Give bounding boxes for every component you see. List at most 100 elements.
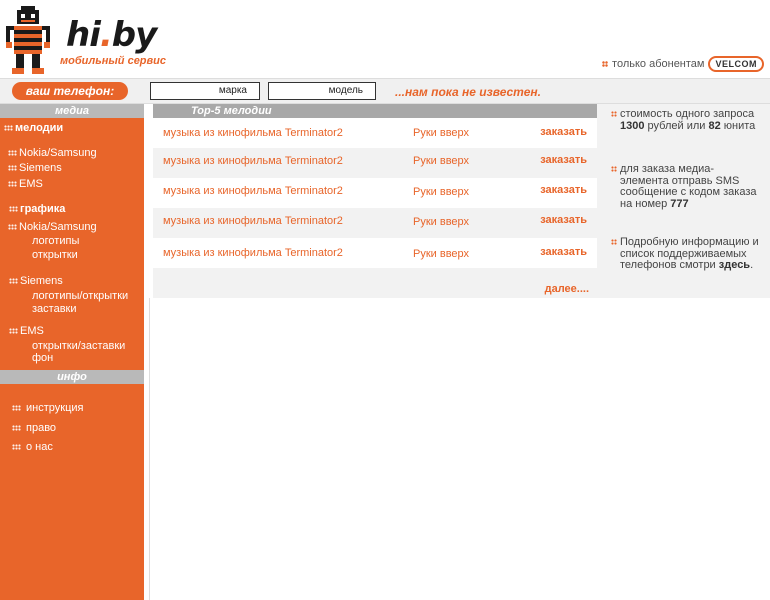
sidebar-category-melodies[interactable]: мелодии (4, 122, 63, 134)
sidebar-item-label: Siemens (20, 275, 63, 287)
order-button[interactable]: заказать (540, 126, 587, 138)
content-divider (149, 298, 150, 600)
sidebar-heading-info: инфо (0, 370, 144, 384)
bullet-dots-icon (9, 328, 18, 334)
melody-title-link[interactable]: музыка из кинофильма Terminator2 (163, 185, 343, 197)
melody-artist-link[interactable]: Руки вверх (413, 248, 469, 260)
bullet-dots-icon (8, 224, 17, 230)
price-text: стоимость одного запроса 1300 рублей или… (620, 108, 761, 132)
bullet-dots-icon (611, 111, 617, 117)
melody-artist-link[interactable]: Руки вверх (413, 127, 469, 139)
info-panel: стоимость одного запроса 1300 рублей или… (597, 104, 770, 298)
price-units: 82 (708, 119, 721, 132)
sidebar-item-label: Nokia/Samsung (19, 147, 97, 159)
phone-bar: ваш телефон: марка модель ...нам пока не… (0, 78, 770, 104)
phone-status: ...нам пока не известен. (395, 85, 541, 99)
sidebar-category-graphics[interactable]: графика (9, 203, 65, 215)
sidebar-heading-media: медиа (0, 104, 144, 118)
subscribers-label: только абонентам (612, 58, 705, 70)
bullet-dots-icon (8, 150, 17, 156)
price-value: 1300 (620, 119, 645, 132)
bullet-dots-icon (611, 166, 617, 172)
header: hi.by мобильный сервис только абонентам … (0, 0, 770, 76)
sidebar-item-melodies-ems[interactable]: EMS (8, 178, 43, 190)
sidebar-subitem-screensavers[interactable]: заставки (32, 303, 77, 315)
sidebar-subitem-cards[interactable]: открытки (32, 249, 78, 261)
support-text: Подробную информацию и список поддержива… (620, 236, 761, 272)
sidebar-item-instructions[interactable]: инструкция (12, 402, 83, 414)
more-bar: далее.... (153, 268, 597, 298)
bullet-dots-icon (12, 425, 21, 431)
sidebar-item-graphics-nokia[interactable]: Nokia/Samsung (8, 221, 97, 233)
sidebar-subitem-logos-cards[interactable]: логотипы/открытки (32, 290, 128, 302)
order-button[interactable]: заказать (540, 154, 587, 166)
logo-text-dot: . (99, 15, 113, 55)
bullet-dots-icon (9, 206, 18, 212)
melody-title-link[interactable]: музыка из кинофильма Terminator2 (163, 215, 343, 227)
bullet-dots-icon (611, 239, 617, 245)
more-link[interactable]: далее.... (545, 283, 589, 295)
subscribers-note: только абонентам VELCOM (602, 56, 764, 72)
melody-artist-link[interactable]: Руки вверх (413, 216, 469, 228)
melody-title-link[interactable]: музыка из кинофильма Terminator2 (163, 127, 343, 139)
brand-select[interactable]: марка (150, 82, 260, 100)
price-info: стоимость одного запроса 1300 рублей или… (611, 108, 761, 132)
order-button[interactable]: заказать (540, 184, 587, 196)
logo-subtitle: мобильный сервис (60, 55, 167, 67)
table-row: музыка из кинофильма Terminator2 Руки вв… (153, 208, 597, 238)
sidebar-item-label: Siemens (19, 162, 62, 174)
price-pre: стоимость одного запроса (620, 108, 755, 120)
logo-text-end: by (111, 15, 158, 55)
order-button[interactable]: заказать (540, 214, 587, 226)
melody-artist-link[interactable]: Руки вверх (413, 186, 469, 198)
table-row: музыка из кинофильма Terminator2 Руки вв… (153, 178, 597, 208)
sidebar-category-label: графика (20, 203, 66, 215)
order-button[interactable]: заказать (540, 246, 587, 258)
sidebar-item-label: инструкция (26, 402, 84, 414)
order-text: для заказа медиа-элемента отправь SMS со… (620, 163, 761, 210)
robot-logo-icon[interactable] (6, 6, 52, 74)
phone-label: ваш телефон: (12, 82, 128, 100)
melody-title-link[interactable]: музыка из кинофильма Terminator2 (163, 155, 343, 167)
sidebar: медиа мелодии Nokia/Samsung Siemens EMS … (0, 104, 144, 600)
sidebar-item-melodies-nokia[interactable]: Nokia/Samsung (8, 147, 97, 159)
sidebar-item-label: право (26, 422, 57, 434)
support-link[interactable]: здесь (719, 259, 750, 271)
operator-badge[interactable]: VELCOM (708, 56, 764, 72)
table-row: музыка из кинофильма Terminator2 Руки вв… (153, 118, 597, 148)
bullet-dots-icon (4, 125, 13, 131)
support-info: Подробную информацию и список поддержива… (611, 236, 761, 272)
sidebar-item-graphics-siemens[interactable]: Siemens (9, 275, 63, 287)
table-row: музыка из кинофильма Terminator2 Руки вв… (153, 148, 597, 178)
bullet-dots-icon (602, 61, 609, 67)
sidebar-item-melodies-siemens[interactable]: Siemens (8, 162, 62, 174)
melody-title-link[interactable]: музыка из кинофильма Terminator2 (163, 247, 343, 259)
bullet-dots-icon (8, 181, 17, 187)
sidebar-item-rights[interactable]: право (12, 422, 56, 434)
sidebar-category-label: мелодии (15, 122, 64, 134)
sidebar-item-label: Nokia/Samsung (19, 221, 97, 233)
top5-heading: Top-5 мелодии (191, 105, 272, 117)
bullet-dots-icon (12, 405, 21, 411)
support-end: . (750, 259, 754, 271)
melody-artist-link[interactable]: Руки вверх (413, 155, 469, 167)
sidebar-item-about[interactable]: о нас (12, 441, 53, 453)
melodies-table: музыка из кинофильма Terminator2 Руки вв… (153, 118, 597, 268)
order-info: для заказа медиа-элемента отправь SMS со… (611, 163, 761, 210)
site-logo[interactable]: hi.by (66, 15, 158, 55)
bullet-dots-icon (9, 278, 18, 284)
sidebar-subitem-background[interactable]: фон (32, 352, 53, 364)
sidebar-subitem-logos[interactable]: логотипы (32, 235, 79, 247)
table-row: музыка из кинофильма Terminator2 Руки вв… (153, 238, 597, 268)
sidebar-item-label: EMS (20, 325, 44, 337)
sidebar-item-graphics-ems[interactable]: EMS (9, 325, 44, 337)
price-post: юнита (720, 119, 756, 132)
bullet-dots-icon (8, 165, 17, 171)
sidebar-item-label: о нас (26, 441, 53, 453)
sidebar-item-label: EMS (19, 178, 43, 190)
top5-heading-bar: Top-5 мелодии (153, 104, 597, 118)
sidebar-subitem-cards-screensavers[interactable]: открытки/заставки (32, 340, 125, 352)
price-mid: рублей или (644, 119, 709, 132)
model-select[interactable]: модель (268, 82, 376, 100)
bullet-dots-icon (12, 444, 21, 450)
